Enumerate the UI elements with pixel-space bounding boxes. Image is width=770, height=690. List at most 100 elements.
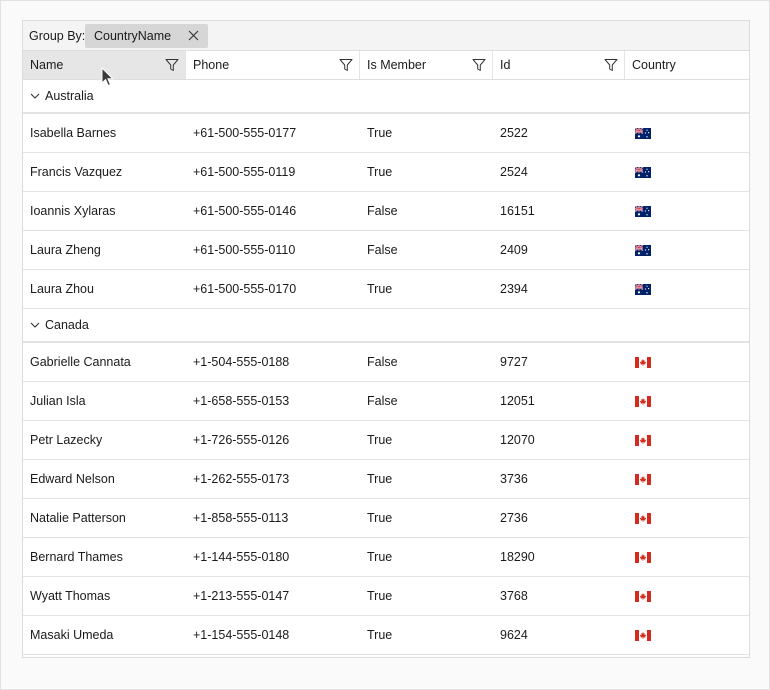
cell-is-member: True — [367, 165, 393, 179]
cell-id: 2409 — [500, 243, 528, 257]
table-row[interactable]: Isabella Barnes +61-500-555-0177 True 2522 — [23, 114, 749, 153]
flag-canada-icon — [635, 630, 651, 642]
flag-canada-icon — [635, 357, 651, 369]
cell-is-member: False — [367, 394, 398, 408]
cell-country — [625, 243, 749, 257]
table-row[interactable]: Gabrielle Cannata +1-504-555-0188 False 972… — [23, 343, 749, 382]
flag-canada-icon — [635, 474, 651, 486]
cell-id: 16151 — [500, 204, 535, 218]
group-chip-countryname[interactable]: CountryName — [85, 24, 208, 48]
cell-phone: +1-504-555-0188 — [193, 355, 290, 369]
column-header-label: Id — [500, 58, 511, 72]
cell-phone: +1-144-555-0180 — [193, 550, 290, 564]
group-label: Canada — [45, 318, 89, 332]
table-row[interactable]: Petr Lazecky +1-726-555-0126 True 12070 — [23, 421, 749, 460]
cell-country — [625, 628, 749, 642]
cell-phone: +1-213-555-0147 — [193, 589, 290, 603]
flag-canada-icon — [635, 435, 651, 447]
group-label: Australia — [45, 89, 94, 103]
column-header-label: Phone — [193, 58, 230, 72]
cell-country — [625, 355, 749, 369]
cell-id: 9624 — [500, 628, 528, 642]
flag-australia-icon — [635, 206, 651, 218]
cell-is-member: True — [367, 511, 393, 525]
chevron-down-icon[interactable] — [30, 91, 40, 101]
cell-name: Wyatt Thomas — [30, 589, 111, 603]
cell-is-member: True — [367, 433, 393, 447]
column-header-id[interactable]: Id — [493, 51, 625, 79]
cell-id: 2522 — [500, 126, 528, 140]
cell-country — [625, 204, 749, 218]
filter-icon[interactable] — [165, 58, 179, 72]
cell-country — [625, 511, 749, 525]
cell-phone: +1-726-555-0126 — [193, 433, 290, 447]
cell-id: 2736 — [500, 511, 528, 525]
cell-is-member: True — [367, 472, 393, 486]
cell-name: Isabella Barnes — [30, 126, 117, 140]
cell-id: 12070 — [500, 433, 535, 447]
close-icon[interactable] — [188, 30, 199, 41]
cell-name: Bernard Thames — [30, 550, 123, 564]
cell-name: Laura Zheng — [30, 243, 101, 257]
cell-country — [625, 165, 749, 179]
cell-id: 12051 — [500, 394, 535, 408]
cell-name: Masaki Umeda — [30, 628, 114, 642]
cell-name: Ioannis Xylaras — [30, 204, 116, 218]
table-row[interactable]: Edward Nelson +1-262-555-0173 True 3736 — [23, 460, 749, 499]
cell-phone: +1-658-555-0153 — [193, 394, 290, 408]
cell-phone: +61-500-555-0177 — [193, 126, 297, 140]
cell-phone: +61-500-555-0119 — [193, 165, 296, 179]
cell-country — [625, 472, 749, 486]
cell-is-member: False — [367, 355, 398, 369]
cell-is-member: True — [367, 589, 393, 603]
cell-name: Edward Nelson — [30, 472, 115, 486]
group-row-canada[interactable]: Canada — [23, 309, 749, 343]
table-row[interactable]: Bernard Thames +1-144-555-0180 True 18290 — [23, 538, 749, 577]
cell-name: Natalie Patterson — [30, 511, 126, 525]
table-row[interactable]: Natalie Patterson +1-858-555-0113 True 2736 — [23, 499, 749, 538]
column-header-label: Is Member — [367, 58, 427, 72]
table-row[interactable]: Wyatt Thomas +1-213-555-0147 True 3768 — [23, 577, 749, 616]
flag-australia-icon — [635, 284, 651, 296]
group-by-label: Group By: — [29, 28, 86, 43]
flag-canada-icon — [635, 591, 651, 603]
table-row[interactable]: Laura Zheng +61-500-555-0110 False 2409 — [23, 231, 749, 270]
group-chip-label: CountryName — [94, 29, 172, 43]
group-by-panel: Group By: CountryName — [23, 21, 749, 51]
table-row[interactable]: Masaki Umeda +1-154-555-0148 True 9624 — [23, 616, 749, 655]
column-header-phone[interactable]: Phone — [186, 51, 360, 79]
flag-canada-icon — [635, 396, 651, 408]
cell-id: 3736 — [500, 472, 528, 486]
cell-phone: +61-500-555-0110 — [193, 243, 296, 257]
column-header-country[interactable]: Country — [625, 51, 749, 79]
cell-id: 2394 — [500, 282, 528, 296]
cell-country — [625, 282, 749, 296]
column-header-row: Name Phone Is Member Id Country — [23, 51, 749, 80]
table-row[interactable]: Francis Vazquez +61-500-555-0119 True 2524 — [23, 153, 749, 192]
filter-icon[interactable] — [604, 58, 618, 72]
cell-phone: +61-500-555-0170 — [193, 282, 297, 296]
cell-phone: +1-262-555-0173 — [193, 472, 290, 486]
cell-id: 3768 — [500, 589, 528, 603]
cell-country — [625, 550, 749, 564]
group-row-australia[interactable]: Australia — [23, 80, 749, 114]
cell-phone: +1-858-555-0113 — [193, 511, 289, 525]
filter-icon[interactable] — [472, 58, 486, 72]
cell-id: 18290 — [500, 550, 535, 564]
cell-country — [625, 589, 749, 603]
flag-australia-icon — [635, 167, 651, 179]
cell-id: 9727 — [500, 355, 528, 369]
column-header-is-member[interactable]: Is Member — [360, 51, 493, 79]
chevron-down-icon[interactable] — [30, 320, 40, 330]
table-row[interactable]: Julian Isla +1-658-555-0153 False 12051 — [23, 382, 749, 421]
column-header-name[interactable]: Name — [23, 51, 186, 79]
table-row[interactable]: Ioannis Xylaras +61-500-555-0146 False 1615… — [23, 192, 749, 231]
window-frame: Group By: CountryName Name Phone Is Memb… — [0, 0, 770, 690]
cell-is-member: True — [367, 550, 393, 564]
cell-country — [625, 394, 749, 408]
flag-canada-icon — [635, 552, 651, 564]
table-row[interactable]: Laura Zhou +61-500-555-0170 True 2394 — [23, 270, 749, 309]
filter-icon[interactable] — [339, 58, 353, 72]
column-header-label: Name — [30, 58, 64, 72]
data-grid: Group By: CountryName Name Phone Is Memb… — [22, 20, 750, 658]
